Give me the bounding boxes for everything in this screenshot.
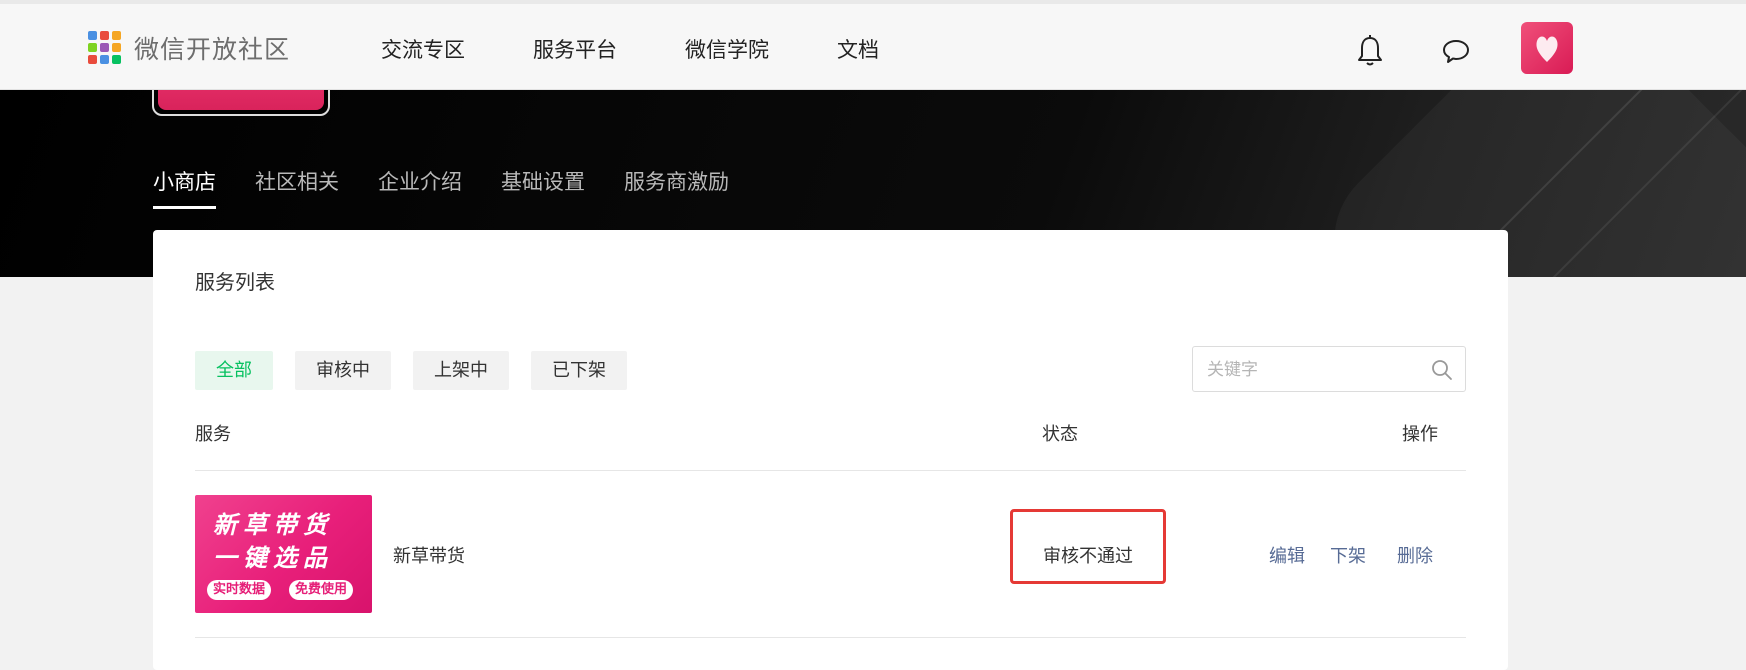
thumb-line-2: 一键选品: [213, 544, 333, 572]
row-divider: [195, 637, 1466, 638]
tab-provider-incentives[interactable]: 服务商激励: [624, 166, 729, 209]
logo-text: 微信开放社区: [134, 35, 291, 64]
service-name: 新草带货: [393, 546, 465, 567]
tab-community[interactable]: 社区相关: [255, 166, 339, 209]
nav-item-community[interactable]: 交流专区: [381, 34, 465, 64]
unlist-link[interactable]: 下架: [1330, 542, 1366, 568]
filter-unlisted[interactable]: 已下架: [531, 351, 627, 390]
filter-listed[interactable]: 上架中: [413, 351, 509, 390]
status-highlight-box: [1010, 509, 1166, 584]
thumb-tag-1: 实时数据: [207, 580, 272, 600]
service-thumbnail: 新草带货 一键选品 实时数据 免费使用: [195, 495, 372, 613]
tab-company-intro[interactable]: 企业介绍: [378, 166, 462, 209]
tab-mini-store[interactable]: 小商店: [153, 166, 216, 209]
thumb-line-1: 新草带货: [213, 511, 333, 539]
avatar[interactable]: [1521, 22, 1573, 74]
search-input[interactable]: [1205, 355, 1419, 385]
column-header-service: 服务: [195, 424, 231, 445]
column-header-status: 状态: [1042, 424, 1078, 445]
tab-basic-settings[interactable]: 基础设置: [501, 166, 585, 209]
banner-tabs: 小商店 社区相关 企业介绍 基础设置 服务商激励: [153, 166, 768, 209]
column-header-action: 操作: [1402, 424, 1438, 445]
logo-icon: [88, 31, 122, 65]
page-title: 服务列表: [195, 270, 275, 294]
shop-avatar-card: [152, 90, 330, 116]
search-icon[interactable]: [1430, 358, 1454, 382]
filter-reviewing[interactable]: 审核中: [295, 351, 391, 390]
nav-item-service-platform[interactable]: 服务平台: [533, 34, 617, 64]
avatar-heart-icon: [1536, 36, 1558, 62]
chat-icon[interactable]: [1441, 36, 1471, 66]
thumb-tag-2: 免费使用: [289, 580, 354, 600]
logo[interactable]: 微信开放社区: [88, 30, 290, 66]
header-divider: [195, 470, 1466, 471]
service-list-panel: 服务列表 全部 审核中 上架中 已下架 服务 状态 操作 新草带货 一键选品 实…: [153, 230, 1508, 670]
delete-link[interactable]: 删除: [1397, 542, 1433, 568]
edit-link[interactable]: 编辑: [1269, 542, 1305, 568]
main-nav: 交流专区 服务平台 微信学院 文档: [381, 34, 947, 64]
bell-icon[interactable]: [1355, 34, 1385, 68]
top-nav: 微信开放社区 交流专区 服务平台 微信学院 文档: [0, 0, 1746, 90]
filter-all[interactable]: 全部: [195, 351, 273, 390]
nav-item-academy[interactable]: 微信学院: [685, 34, 769, 64]
nav-item-docs[interactable]: 文档: [837, 34, 879, 64]
status-filters: 全部 审核中 上架中 已下架: [195, 351, 649, 390]
search-box: [1192, 346, 1466, 392]
